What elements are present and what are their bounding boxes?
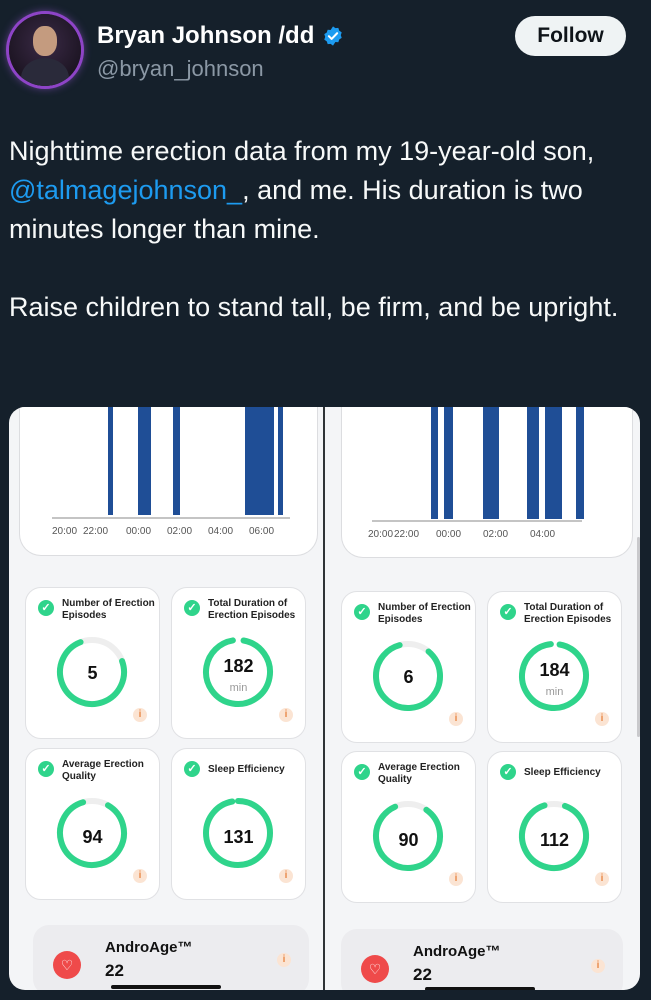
mention-link[interactable]: @talmagejohnson_ (9, 175, 242, 205)
episode-bar (576, 407, 584, 519)
info-icon[interactable]: i (133, 869, 147, 883)
androage-label: AndroAge™ (105, 939, 193, 956)
check-icon: ✓ (184, 761, 200, 777)
scrollbar[interactable] (637, 537, 640, 737)
episode-bar (483, 407, 499, 519)
metric-card-duration[interactable]: ✓ Total Duration of Erection Episodes 18… (171, 587, 306, 739)
check-icon: ✓ (354, 764, 370, 780)
info-icon[interactable]: i (595, 872, 609, 886)
tick-label: 06:00 (249, 526, 274, 537)
metric-card-sleep[interactable]: ✓ Sleep Efficiency 131 i (171, 748, 306, 900)
androage-card[interactable]: ♡ AndroAge™ 22 i (33, 925, 309, 990)
metric-title: Sleep Efficiency (524, 767, 601, 778)
home-indicator (111, 985, 221, 989)
metric-unit: min (229, 682, 248, 694)
metric-value: 112 (539, 830, 570, 850)
info-icon[interactable]: i (449, 872, 463, 886)
episode-bar (444, 407, 453, 519)
timeline-svg: 20:00 22:00 00:00 02:00 04:00 06:00 (52, 407, 290, 537)
metric-title: Average Erection Quality (62, 759, 144, 782)
androage-label: AndroAge™ (413, 943, 501, 960)
tweet-text: Nighttime erection data from my 19-year-… (9, 132, 639, 327)
tick-label: 22:00 (394, 529, 419, 540)
metric-value: 184 (539, 660, 570, 680)
info-icon[interactable]: i (595, 712, 609, 726)
avatar[interactable] (9, 14, 81, 86)
avatar-body (21, 58, 69, 86)
info-icon[interactable]: i (279, 708, 293, 722)
right-screenshot[interactable]: 20:00 22:00 00:00 02:00 04:00 ✓ Number o… (325, 407, 640, 990)
metric-value: 182 (223, 656, 254, 676)
metric-value: 5 (87, 663, 98, 683)
author-name-row[interactable]: Bryan Johnson /dd (97, 22, 344, 50)
metric-card-quality[interactable]: ✓ Average Erection Quality 90 i (341, 751, 476, 903)
info-icon[interactable]: i (591, 959, 605, 973)
author-name[interactable]: Bryan Johnson /dd (97, 22, 314, 50)
erection-timeline-chart: 20:00 22:00 00:00 02:00 04:00 (341, 407, 633, 558)
metric-value: 94 (82, 827, 103, 847)
tick-label: 22:00 (83, 526, 108, 537)
androage-card[interactable]: ♡ AndroAge™ 22 i (341, 929, 623, 990)
tick-label: 02:00 (483, 529, 508, 540)
tweet-media[interactable]: 20:00 22:00 00:00 02:00 04:00 06:00 ✓ Nu… (9, 407, 640, 990)
home-indicator (425, 987, 535, 990)
metric-title: Number of Erection Episodes (62, 598, 155, 621)
episode-bar (138, 407, 151, 515)
tick-label: 00:00 (436, 529, 461, 540)
metric-card-duration[interactable]: ✓ Total Duration of Erection Episodes 18… (487, 591, 622, 743)
tweet-header: Bryan Johnson /dd @bryan_johnson Follow (0, 0, 651, 100)
tweet-paragraph-1: Nighttime erection data from my 19-year-… (9, 132, 639, 249)
check-icon: ✓ (500, 764, 516, 780)
heart-icon: ♡ (53, 951, 81, 979)
check-icon: ✓ (38, 600, 54, 616)
tweet-text-part: Nighttime erection data from my 19-year-… (9, 136, 595, 166)
episode-bar (545, 407, 562, 519)
left-screenshot[interactable]: 20:00 22:00 00:00 02:00 04:00 06:00 ✓ Nu… (9, 407, 323, 990)
info-icon[interactable]: i (133, 708, 147, 722)
metric-title: Number of Erection Episodes (378, 602, 471, 625)
episode-bar (278, 407, 283, 515)
metric-value: 90 (398, 830, 419, 850)
check-icon: ✓ (354, 604, 370, 620)
metric-title: Total Duration of Erection Episodes (208, 598, 296, 621)
tick-label: 04:00 (530, 529, 555, 540)
erection-timeline-chart: 20:00 22:00 00:00 02:00 04:00 06:00 (19, 407, 318, 556)
episode-bar (431, 407, 438, 519)
metric-card-sleep[interactable]: ✓ Sleep Efficiency 112 i (487, 751, 622, 903)
tick-label: 20:00 (368, 529, 393, 540)
androage-value: 22 (413, 965, 432, 984)
androage-value: 22 (105, 961, 124, 980)
metric-title: Total Duration of Erection Episodes (524, 602, 612, 625)
tweet-paragraph-2: Raise children to stand tall, be firm, a… (9, 292, 619, 322)
metric-value: 131 (223, 827, 254, 847)
check-icon: ✓ (500, 604, 516, 620)
metric-title: Sleep Efficiency (208, 764, 285, 775)
check-icon: ✓ (184, 600, 200, 616)
metric-card-episodes[interactable]: ✓ Number of Erection Episodes 5 i (25, 587, 160, 739)
episode-bar (173, 407, 180, 515)
metric-card-episodes[interactable]: ✓ Number of Erection Episodes 6 i (341, 591, 476, 743)
verified-badge-icon (324, 26, 343, 46)
episode-bar (108, 407, 113, 515)
tick-label: 02:00 (167, 526, 192, 537)
tick-label: 00:00 (126, 526, 151, 537)
episode-bar (527, 407, 539, 519)
metric-unit: min (545, 686, 564, 698)
tick-label: 20:00 (52, 526, 77, 537)
follow-button[interactable]: Follow (515, 16, 626, 56)
metric-value: 6 (403, 667, 414, 687)
timeline-svg: 20:00 22:00 00:00 02:00 04:00 (368, 407, 584, 540)
info-icon[interactable]: i (449, 712, 463, 726)
info-icon[interactable]: i (279, 869, 293, 883)
metric-card-quality[interactable]: ✓ Average Erection Quality 94 i (25, 748, 160, 900)
check-icon: ✓ (38, 761, 54, 777)
heart-icon: ♡ (361, 955, 389, 983)
tick-label: 04:00 (208, 526, 233, 537)
avatar-face (33, 26, 57, 56)
info-icon[interactable]: i (277, 953, 291, 967)
metric-title: Average Erection Quality (378, 762, 460, 785)
episode-bar (245, 407, 274, 515)
author-handle[interactable]: @bryan_johnson (97, 56, 264, 82)
